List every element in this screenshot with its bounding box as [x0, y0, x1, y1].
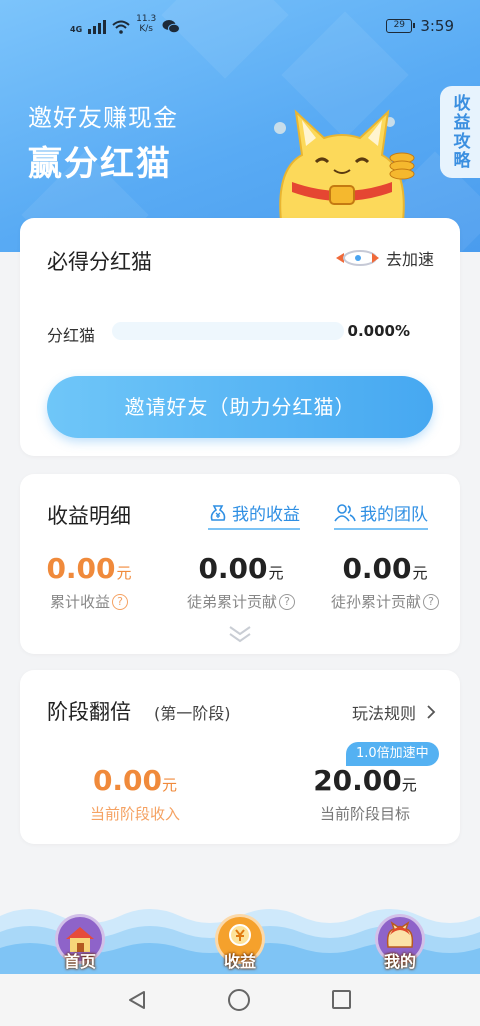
income-value: 0.00 [92, 764, 163, 797]
back-icon[interactable] [126, 989, 148, 1011]
speed-up-link[interactable]: 去加速 [334, 246, 434, 270]
progress-bar [112, 322, 344, 340]
earnings-guide-tab[interactable]: 收益攻略 [440, 86, 480, 178]
stat-value: 0.00 [46, 552, 116, 585]
chevron-down-icon[interactable] [228, 624, 252, 644]
speed-unit: K/s [139, 24, 153, 34]
signal-icon [88, 18, 107, 34]
wechat-icon [162, 20, 181, 34]
tab-label: 首页 [63, 952, 96, 971]
money-bag-icon [210, 504, 226, 521]
stat-apprentice-contribution: 0.00元 徒弟累计贡献 ? [176, 552, 306, 612]
my-earnings-link[interactable]: 我的收益 [208, 500, 300, 530]
recent-apps-icon[interactable] [332, 990, 351, 1009]
stage-target: 20.00元 当前阶段目标 [290, 764, 440, 824]
stage-double-card: 阶段翻倍 (第一阶段) 玩法规则 1.0倍加速中 0.00元 当前阶段收入 20… [20, 670, 460, 844]
team-icon [334, 503, 356, 521]
status-bar: 4G 11.3 K/s 29 3:59 [0, 0, 480, 52]
progress-label: 分红猫 [47, 326, 96, 345]
lucky-cat-icon [274, 109, 415, 230]
battery-level: 29 [393, 20, 406, 30]
stat-unit: 元 [412, 564, 428, 582]
network-type: 4G [70, 25, 83, 34]
earnings-detail-card: 收益明细 我的收益 我的团队 0.00元 累计收益 ? 0.00元 徒弟累计贡献… [20, 474, 460, 654]
stat-grand-apprentice-contribution: 0.00元 徒孙累计贡献 ? [320, 552, 450, 612]
stat-value: 0.00 [198, 552, 268, 585]
help-icon[interactable]: ? [279, 593, 295, 610]
rules-label: 玩法规则 [351, 704, 416, 723]
hero-banner: 4G 11.3 K/s 29 3:59 邀好友赚现金 赢分红猫 收益攻略 [0, 0, 480, 252]
stat-label-text: 徒孙累计贡献 [330, 593, 421, 611]
stage-income: 0.00元 当前阶段收入 [60, 764, 210, 824]
tab-profile[interactable]: 我的 [372, 914, 428, 971]
speed-badge: 1.0倍加速中 [346, 742, 439, 766]
stat-label: 徒弟累计贡献 ? [176, 591, 306, 612]
target-unit: 元 [401, 776, 417, 794]
tab-label: 收益 [223, 952, 256, 971]
help-icon[interactable]: ? [423, 593, 439, 610]
hero-subtitle: 邀好友赚现金 [28, 104, 178, 132]
my-earnings-label: 我的收益 [232, 505, 300, 525]
progress-value: 0.000% [347, 322, 410, 340]
tab-label: 我的 [383, 952, 416, 971]
stat-label-text: 徒弟累计贡献 [186, 593, 277, 611]
system-nav-bar [0, 974, 480, 1026]
rules-link[interactable]: 玩法规则 [352, 700, 436, 724]
stat-value: 0.00 [342, 552, 412, 585]
chevron-right-icon [427, 705, 436, 719]
card-title: 收益明细 [47, 504, 131, 528]
speed-up-label: 去加速 [385, 250, 434, 269]
dividend-cat-card: 必得分红猫 去加速 分红猫 0.000% 邀请好友（助力分红猫） [20, 218, 460, 456]
invite-friends-button[interactable]: 邀请好友（助力分红猫） [47, 376, 433, 438]
home-icon[interactable] [228, 989, 250, 1011]
hero-title: 赢分红猫 [28, 144, 172, 184]
income-label: 当前阶段收入 [89, 805, 180, 823]
card-title: 阶段翻倍 [47, 700, 131, 724]
stat-label: 徒孙累计贡献 ? [320, 591, 450, 612]
card-title: 必得分红猫 [47, 250, 152, 274]
target-value: 20.00 [313, 764, 402, 797]
stat-total-earnings: 0.00元 累计收益 ? [24, 552, 154, 612]
network-speed: 11.3 K/s [136, 14, 156, 34]
my-team-label: 我的团队 [360, 505, 428, 525]
speed-value: 11.3 [136, 14, 157, 24]
battery-icon: 29 [386, 19, 416, 33]
my-team-link[interactable]: 我的团队 [334, 500, 428, 530]
tab-earnings[interactable]: 收益 [212, 914, 268, 971]
wifi-icon [112, 20, 130, 34]
tab-home[interactable]: 首页 [52, 914, 108, 971]
clock: 3:59 [420, 17, 454, 35]
stat-label-text: 累计收益 [49, 593, 110, 611]
target-label: 当前阶段目标 [319, 805, 410, 823]
help-icon[interactable]: ? [112, 593, 128, 610]
income-unit: 元 [162, 776, 178, 794]
rocket-icon [335, 250, 379, 266]
stat-unit: 元 [268, 564, 284, 582]
stat-label: 累计收益 ? [24, 591, 154, 612]
stat-unit: 元 [116, 564, 132, 582]
stage-subtitle: (第一阶段) [154, 704, 231, 723]
